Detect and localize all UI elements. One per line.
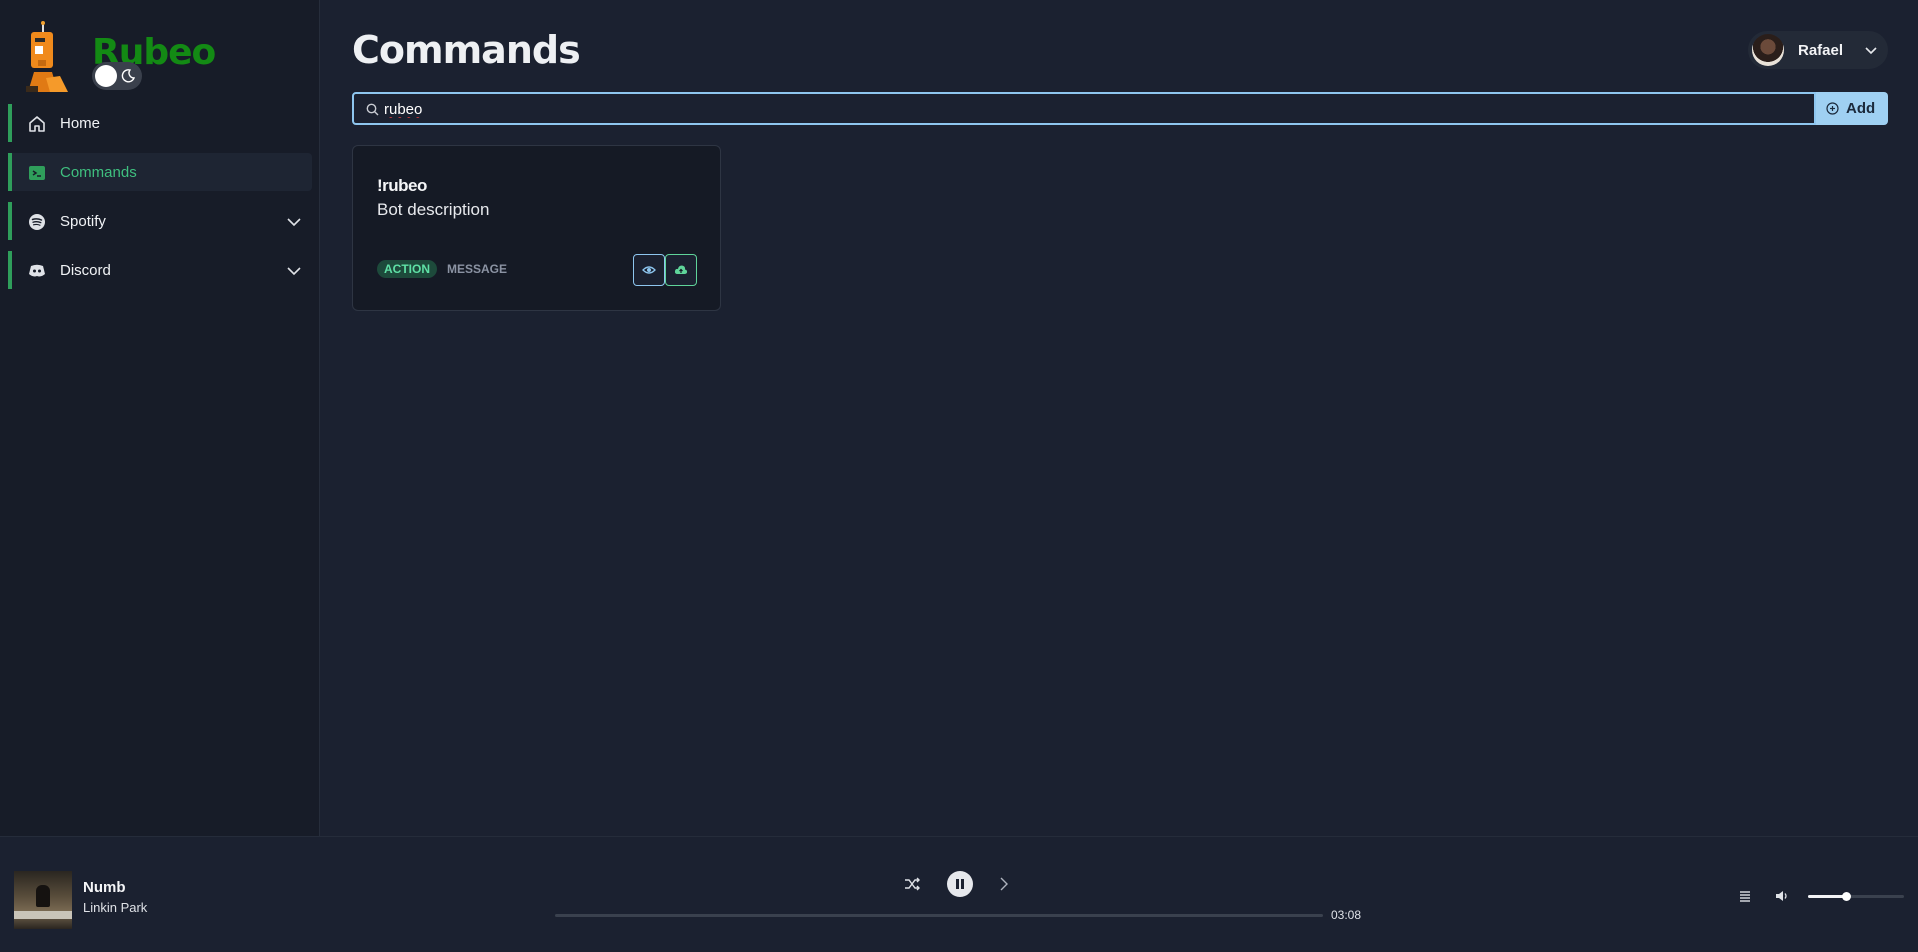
music-player: Numb Linkin Park 03:08	[0, 836, 1918, 952]
sidebar: Rubeo Home Commands Spotify Discord	[0, 0, 320, 836]
terminal-icon	[29, 166, 45, 180]
user-name: Rafael	[1798, 42, 1844, 59]
chevron-down-icon	[287, 267, 301, 276]
brand: Rubeo	[26, 20, 296, 92]
album-cover	[14, 871, 72, 929]
chevron-down-icon	[287, 218, 301, 227]
kind-badge: MESSAGE	[447, 262, 508, 276]
sidebar-item-label: Spotify	[60, 213, 106, 230]
cloud-upload-icon	[674, 265, 688, 274]
add-circle-icon	[1826, 102, 1839, 115]
command-name: !rubeo	[377, 176, 427, 195]
upload-button[interactable]	[665, 254, 697, 286]
sidebar-item-label: Discord	[60, 262, 111, 279]
sidebar-item-spotify[interactable]: Spotify	[8, 202, 312, 240]
volume-fill	[1808, 895, 1847, 898]
robot-logo-icon	[26, 21, 68, 92]
type-badge: ACTION	[377, 260, 437, 278]
nav-indicator	[8, 104, 12, 142]
nav-indicator	[8, 153, 12, 191]
sidebar-item-label: Home	[60, 115, 101, 132]
cover-figure	[36, 885, 50, 907]
search-input[interactable]	[384, 99, 1784, 119]
add-button-label: Add	[1846, 100, 1876, 117]
home-icon	[29, 116, 45, 132]
toggle-knob	[95, 65, 117, 87]
sidebar-item-commands[interactable]: Commands	[8, 153, 312, 191]
theme-toggle[interactable]	[92, 62, 142, 90]
user-menu[interactable]: Rafael	[1748, 31, 1888, 69]
view-button[interactable]	[633, 254, 665, 286]
queue-icon[interactable]	[1738, 889, 1752, 903]
spotify-icon	[29, 214, 45, 230]
avatar	[1752, 34, 1784, 66]
moon-icon	[121, 69, 136, 83]
shuffle-icon[interactable]	[903, 875, 921, 893]
search-icon	[366, 103, 379, 116]
progress-bar[interactable]	[555, 914, 1323, 917]
sidebar-item-home[interactable]: Home	[8, 104, 312, 142]
volume-knob[interactable]	[1842, 892, 1852, 901]
nav-indicator	[8, 202, 12, 240]
add-button[interactable]: Add	[1816, 92, 1888, 125]
search-box	[352, 92, 1816, 125]
next-icon[interactable]	[996, 876, 1012, 892]
volume-slider[interactable]	[1808, 892, 1904, 901]
track-duration: 03:08	[1331, 908, 1362, 922]
sidebar-nav: Home Commands Spotify Discord	[0, 104, 320, 300]
eye-icon	[642, 266, 656, 274]
volume-icon[interactable]	[1775, 889, 1790, 903]
command-card: !rubeo Bot description ACTION MESSAGE	[352, 145, 721, 311]
track-artist: Linkin Park	[83, 900, 148, 915]
track-title: Numb	[83, 879, 126, 896]
pause-button[interactable]	[947, 871, 973, 897]
sidebar-item-discord[interactable]: Discord	[8, 251, 312, 289]
cover-strip	[14, 911, 72, 919]
page-title: Commands	[352, 28, 581, 72]
sidebar-item-label: Commands	[60, 164, 137, 181]
discord-icon	[29, 264, 45, 277]
nav-indicator	[8, 251, 12, 289]
command-description: Bot description	[377, 200, 490, 219]
chevron-down-icon	[1865, 47, 1877, 55]
